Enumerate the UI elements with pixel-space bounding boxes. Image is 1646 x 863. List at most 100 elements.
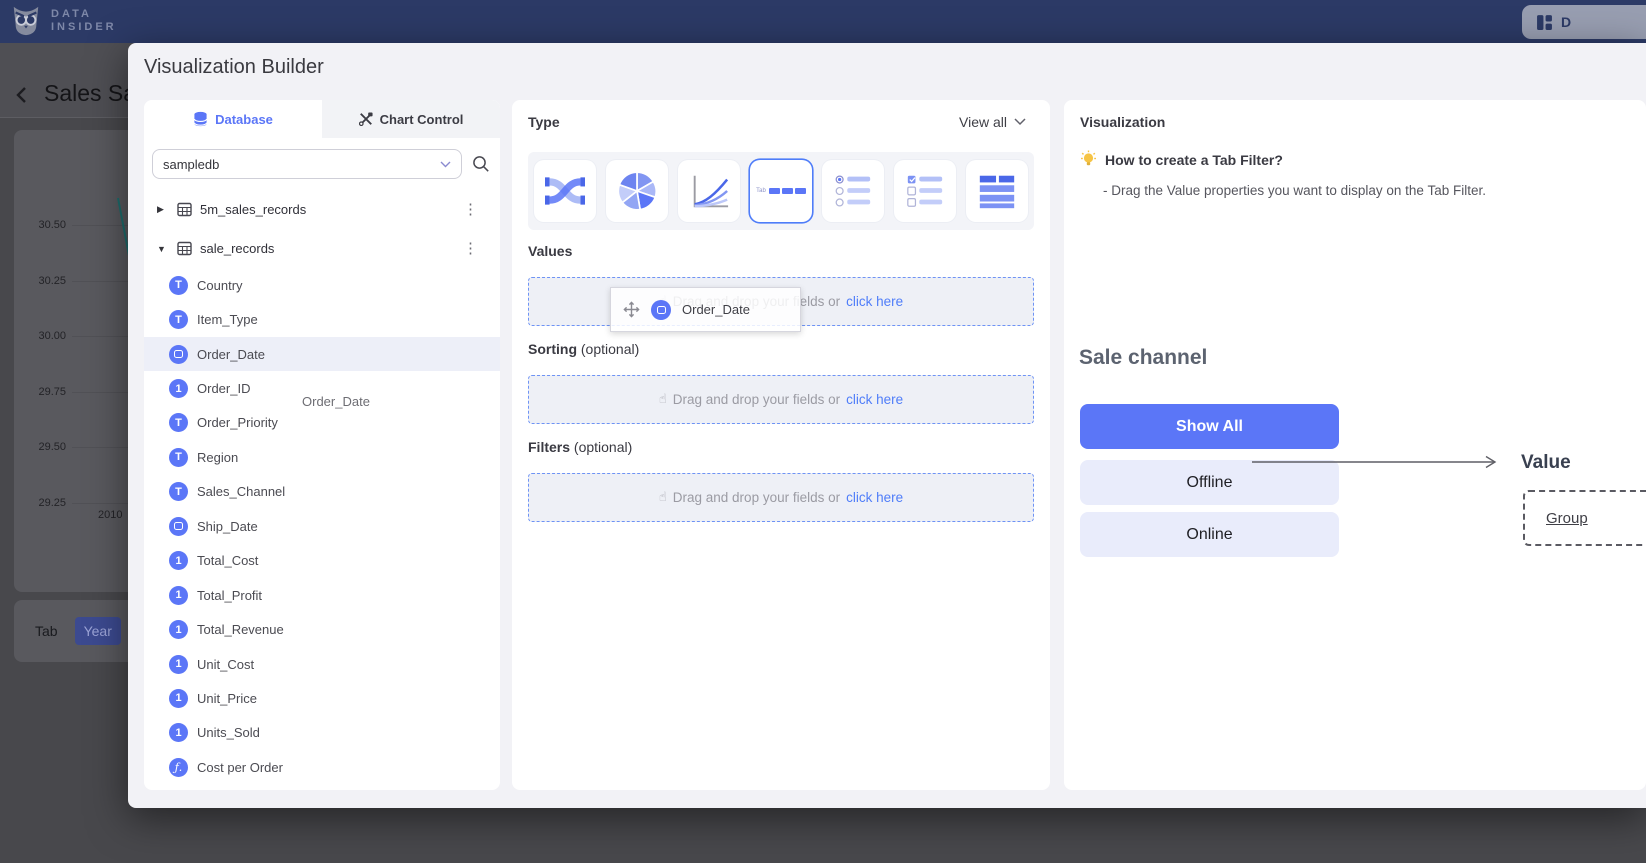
date-type-icon <box>651 300 671 320</box>
owl-logo-icon <box>10 4 42 38</box>
caret-down-icon[interactable]: ▼ <box>157 244 169 254</box>
text-type-icon: T <box>169 413 188 432</box>
modal-title: Visualization Builder <box>144 56 324 79</box>
table-row-sale-records[interactable]: ▼ sale_records ⋮ <box>144 229 500 268</box>
field-row-total-cost[interactable]: 1Total_Cost <box>144 544 500 578</box>
tab-filter-icon: Tab <box>756 188 806 194</box>
table-name: 5m_sales_records <box>200 202 306 217</box>
annotation-group-link[interactable]: Group <box>1546 510 1588 527</box>
period-tab-year[interactable]: Year <box>75 617 121 645</box>
builder-panel: Type View all <box>512 100 1050 790</box>
chart-type-radio-list[interactable] <box>822 160 884 222</box>
field-row-region[interactable]: TRegion <box>144 440 500 474</box>
dragged-field-label: Order_Date <box>682 302 750 317</box>
field-name: Item_Type <box>197 312 258 327</box>
field-row-total-profit[interactable]: 1 Total_Profit <box>144 578 500 612</box>
database-search-row: sampledb <box>144 138 500 190</box>
tab-database[interactable]: Database <box>144 100 322 138</box>
dropzone-click-here-link[interactable]: click here <box>846 294 903 309</box>
text-type-icon: T <box>169 482 188 501</box>
chevron-down-icon <box>1014 118 1026 126</box>
date-type-icon <box>169 345 188 364</box>
tip-title: How to create a Tab Filter? <box>1105 152 1283 168</box>
date-type-icon <box>169 517 188 536</box>
field-row-total-revenue[interactable]: 1Total_Revenue <box>144 612 500 646</box>
database-icon <box>193 111 208 128</box>
type-section-label: Type <box>528 114 560 130</box>
tab-database-label: Database <box>215 112 273 127</box>
tab-option-show-all[interactable]: Show All <box>1080 404 1339 449</box>
field-row-unit-cost[interactable]: 1 Unit_Cost <box>144 647 500 681</box>
sorting-section-label: Sorting (optional) <box>528 341 639 357</box>
tab-chart-control[interactable]: Chart Control <box>322 100 500 138</box>
tab-filter-icon-word: Tab <box>756 188 766 194</box>
table-row-5m-sales-records[interactable]: ▶ 5m_sales_records ⋮ <box>144 190 500 229</box>
move-icon <box>623 301 640 318</box>
dropzone-click-here-link[interactable]: click here <box>846 392 903 407</box>
field-row-units-sold[interactable]: 1Units_Sold <box>144 716 500 750</box>
dropzone-text: Drag and drop your fields or <box>673 392 840 407</box>
expression-type-icon: ƒ. <box>169 758 188 777</box>
table-icon <box>177 202 192 217</box>
text-type-icon: T <box>169 310 188 329</box>
field-row-sales-channel[interactable]: T Sales_Channel <box>144 475 500 509</box>
table-list-icon <box>976 171 1018 211</box>
visualization-header: Visualization <box>1080 114 1165 130</box>
chart-type-tab-filter[interactable]: Tab <box>750 160 812 222</box>
kebab-menu-icon[interactable]: ⋮ <box>463 202 478 217</box>
field-row-order-date[interactable]: Order_Date <box>144 337 500 371</box>
dropzone-click-here-link[interactable]: click here <box>846 490 903 505</box>
checkbox-list-icon <box>904 171 946 211</box>
field-row-item-type[interactable]: T Item_Type <box>144 302 500 336</box>
sorting-dropzone[interactable]: ☝ Drag and drop your fields or click her… <box>528 375 1034 424</box>
field-name: Sales_Channel <box>197 484 285 499</box>
number-type-icon: 1 <box>169 655 188 674</box>
field-name: Unit_Cost <box>197 657 254 672</box>
field-name: Order_ID <box>197 381 250 396</box>
filters-dropzone[interactable]: ☝ Drag and drop your fields or click her… <box>528 473 1034 522</box>
line-chart-icon <box>688 171 730 211</box>
text-type-icon: T <box>169 276 188 295</box>
field-name: Total_Revenue <box>197 622 284 637</box>
dragged-field-card[interactable]: Order_Date <box>610 287 801 332</box>
field-name: Order_Priority <box>197 415 278 430</box>
field-row-country[interactable]: TCountry <box>144 268 500 302</box>
kebab-menu-icon[interactable]: ⋮ <box>463 241 478 256</box>
chart-type-pie[interactable] <box>606 160 668 222</box>
field-row-order-priority[interactable]: T Order_Priority <box>144 406 500 440</box>
y-axis-tick: 30.00 <box>24 330 66 342</box>
field-row-cost-per-order[interactable]: ƒ.Cost per Order <box>144 750 500 784</box>
field-row-ship-date[interactable]: Ship_Date <box>144 509 500 543</box>
chart-type-table[interactable] <box>966 160 1028 222</box>
field-name: Unit_Price <box>197 691 257 706</box>
dashboard-button[interactable]: D <box>1522 5 1646 39</box>
chart-type-checkbox-list[interactable] <box>894 160 956 222</box>
brand-logo[interactable]: DATA INSIDER <box>10 4 117 38</box>
search-icon[interactable] <box>472 155 490 173</box>
back-icon[interactable] <box>14 86 30 109</box>
number-type-icon: 1 <box>169 586 188 605</box>
tip-row: How to create a Tab Filter? <box>1080 150 1283 169</box>
chart-type-strip: Tab <box>528 152 1034 230</box>
field-name: Total_Profit <box>197 588 262 603</box>
number-type-icon: 1 <box>169 723 188 742</box>
number-type-icon: 1 <box>169 379 188 398</box>
chart-type-line[interactable] <box>678 160 740 222</box>
sankey-icon <box>542 171 588 211</box>
view-all-dropdown[interactable]: View all <box>959 114 1026 130</box>
tab-option-online[interactable]: Online <box>1080 512 1339 557</box>
dashboard-icon <box>1536 14 1553 31</box>
tip-body: - Drag the Value properties you want to … <box>1103 183 1486 198</box>
field-row-unit-price[interactable]: 1 Unit_Price <box>144 681 500 715</box>
values-section-label: Values <box>528 243 572 259</box>
number-type-icon: 1 <box>169 689 188 708</box>
application-window: Sales Sa 30.50 30.25 30.00 29.75 29.50 2… <box>0 0 1646 863</box>
x-axis-tick: 2010 <box>98 509 122 521</box>
database-select[interactable]: sampledb <box>152 149 462 179</box>
field-name: Ship_Date <box>197 519 258 534</box>
period-tab-tab[interactable]: Tab <box>26 617 67 645</box>
caret-right-icon[interactable]: ▶ <box>157 204 169 215</box>
chart-type-sankey[interactable] <box>534 160 596 222</box>
database-select-value: sampledb <box>163 157 219 172</box>
schema-tree: ▶ 5m_sales_records ⋮ ▼ sale_records <box>144 190 500 790</box>
